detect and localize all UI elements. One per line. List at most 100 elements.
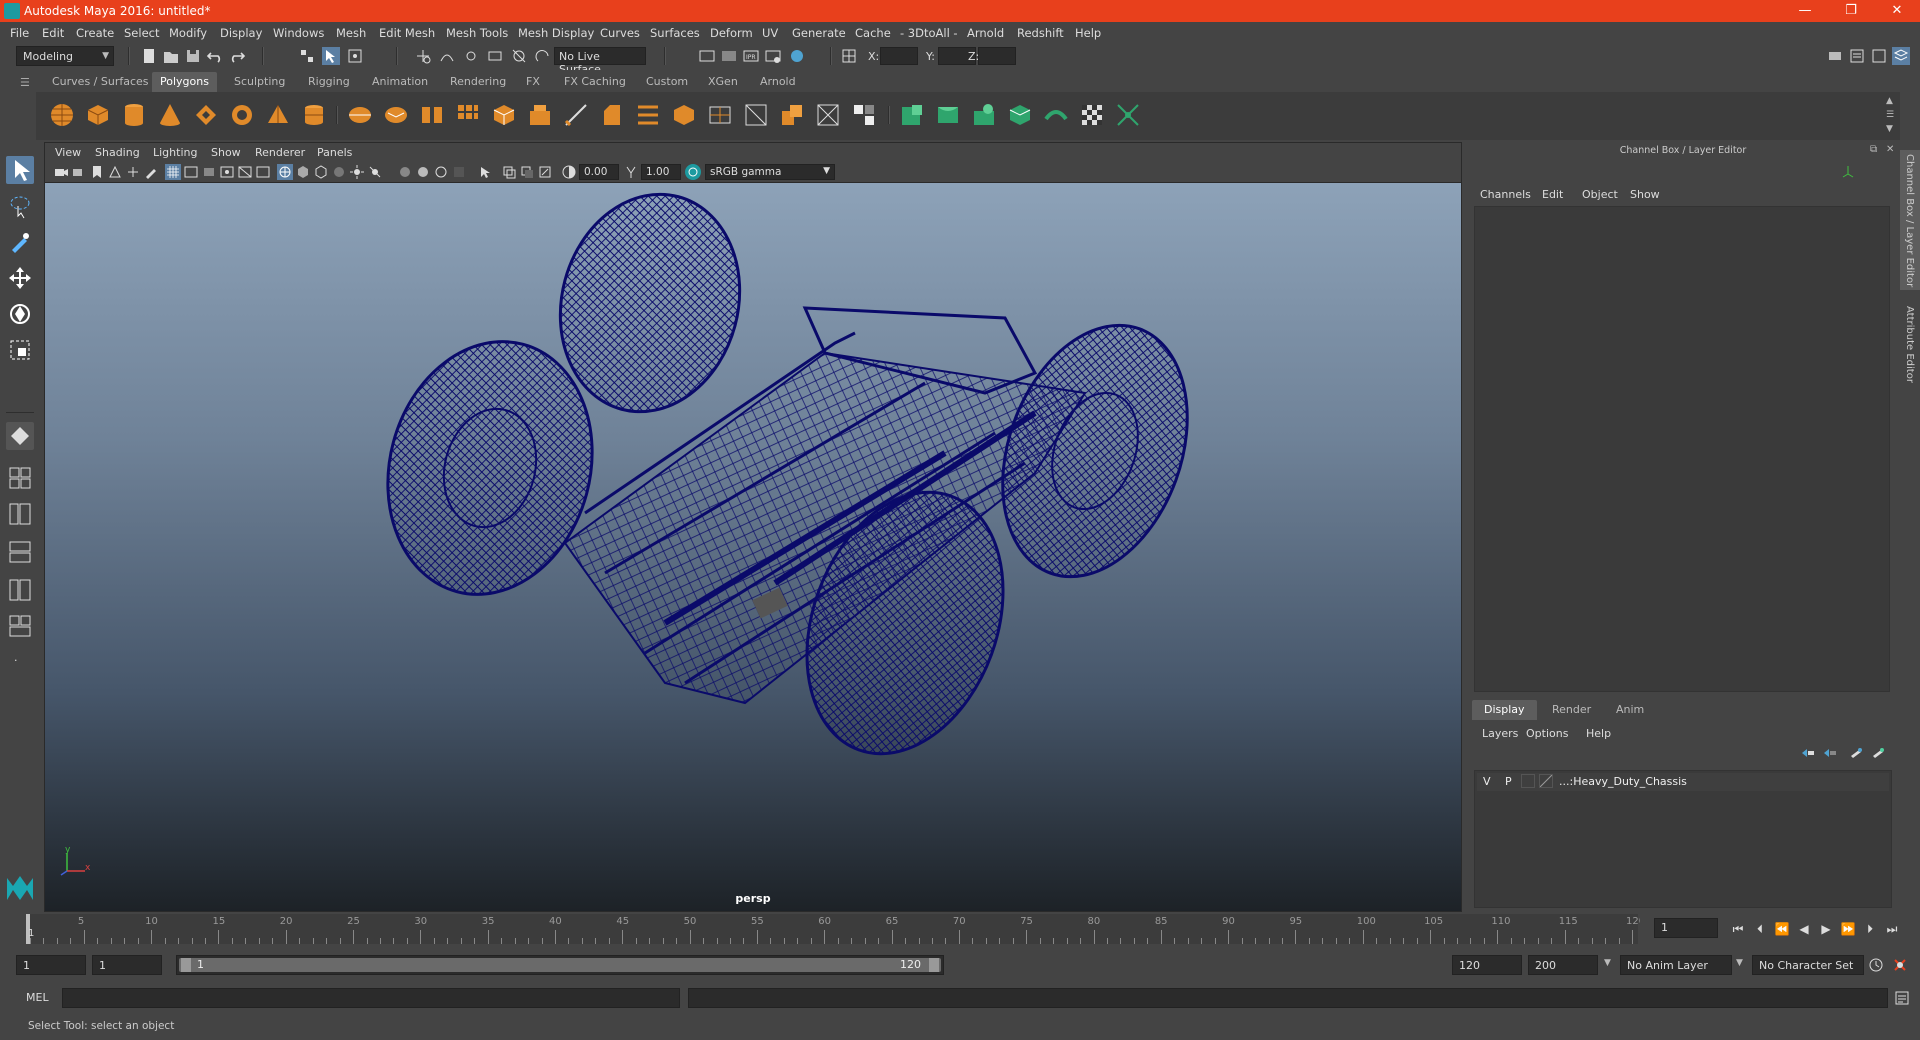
layer-menu-help[interactable]: Help (1586, 727, 1611, 740)
anti-aliasing-icon[interactable] (433, 164, 449, 180)
move-layer-up-icon[interactable] (1800, 746, 1816, 760)
x-field[interactable] (880, 47, 918, 65)
viewport-menu-show[interactable]: Show (211, 146, 241, 159)
persp-outliner-layout-icon[interactable] (6, 500, 34, 528)
xray-icon[interactable] (501, 164, 517, 180)
bridge-icon[interactable] (634, 101, 662, 129)
xray-joints-icon[interactable] (519, 164, 535, 180)
film-gate-icon[interactable] (183, 164, 199, 180)
menu-file[interactable]: File (10, 26, 29, 40)
shelf-tab-fx-caching[interactable]: FX Caching (556, 72, 634, 92)
field-chart-icon[interactable] (237, 164, 253, 180)
move-tool-icon[interactable] (6, 264, 34, 292)
shelf-tab-arnold[interactable]: Arnold (752, 72, 804, 92)
character-set-dropdown[interactable]: No Character Set (1752, 955, 1864, 975)
connect-icon[interactable] (850, 101, 878, 129)
resolution-gate-icon[interactable] (201, 164, 217, 180)
script-editor-icon[interactable] (1894, 990, 1910, 1006)
layer-row[interactable]: V P ...:Heavy_Duty_Chassis (1477, 773, 1889, 791)
menu-arnold[interactable]: Arnold (967, 26, 1004, 40)
menu-help[interactable]: Help (1075, 26, 1101, 40)
combine-icon[interactable] (346, 101, 374, 129)
menu-uv[interactable]: UV (762, 26, 778, 40)
layer-menu-layers[interactable]: Layers (1482, 727, 1518, 740)
command-input[interactable] (62, 988, 680, 1008)
menu-mesh-display[interactable]: Mesh Display (518, 26, 594, 40)
uv-checker-icon[interactable] (1078, 101, 1106, 129)
select-by-object-icon[interactable] (322, 47, 340, 65)
restore-button[interactable]: ❐ (1828, 0, 1874, 22)
layer-menu-options[interactable]: Options (1526, 727, 1568, 740)
shelf-tab-rigging[interactable]: Rigging (300, 72, 358, 92)
shelf-menu-icon[interactable]: ☰ (20, 76, 30, 89)
step-forward-key-icon[interactable]: ⏩ (1840, 921, 1856, 937)
maya-home-icon[interactable] (4, 872, 36, 904)
new-scene-icon[interactable] (140, 47, 158, 65)
planar-uv-icon[interactable] (898, 101, 926, 129)
menu-generate[interactable]: Generate (792, 26, 846, 40)
shelf-tab-curves-surfaces[interactable]: Curves / Surfaces (44, 72, 157, 92)
side-tab-attribute-editor[interactable]: Attribute Editor (1900, 302, 1920, 402)
2d-pan-zoom-icon[interactable] (125, 164, 141, 180)
channel-box-area[interactable] (1474, 206, 1890, 692)
boolean-icon[interactable] (490, 101, 518, 129)
poly-disc-icon[interactable] (300, 101, 328, 129)
menu-mesh[interactable]: Mesh (336, 26, 366, 40)
viewport-menu-view[interactable]: View (55, 146, 81, 159)
extract-icon[interactable] (418, 101, 446, 129)
camera-select-icon[interactable] (53, 164, 69, 180)
render-view-icon[interactable] (698, 47, 716, 65)
color-space-dropdown[interactable]: sRGB gamma ▼ (705, 164, 835, 180)
layer-display-type-toggle[interactable] (1521, 774, 1535, 788)
channel-box-menu-channels[interactable]: Channels (1480, 188, 1531, 201)
color-management-icon[interactable] (685, 164, 701, 180)
snap-live-icon[interactable] (510, 47, 528, 65)
layout-expand-icon[interactable]: · (14, 654, 18, 667)
menu-deform[interactable]: Deform (710, 26, 753, 40)
ambient-occlusion-icon[interactable] (397, 164, 413, 180)
close-panel-icon[interactable]: ✕ (1886, 144, 1894, 155)
motion-blur-icon[interactable] (415, 164, 431, 180)
render-settings-icon[interactable] (764, 47, 782, 65)
range-slider-handle[interactable]: 1 120 (179, 958, 941, 972)
menu-surfaces[interactable]: Surfaces (650, 26, 700, 40)
open-scene-icon[interactable] (162, 47, 180, 65)
range-slider-right-grip[interactable] (929, 958, 939, 972)
shelf-tab-polygons[interactable]: Polygons (152, 72, 217, 92)
shelf-tab-rendering[interactable]: Rendering (442, 72, 514, 92)
multi-cut-icon[interactable] (562, 101, 590, 129)
z-field[interactable] (978, 47, 1016, 65)
menu-cache[interactable]: Cache (855, 26, 891, 40)
shelf-scroll-down-icon[interactable]: ▼ (1886, 124, 1893, 134)
animation-start-field[interactable]: 1 (16, 955, 86, 975)
playback-start-field[interactable]: 1 (92, 955, 162, 975)
persp-graph-layout-icon[interactable] (6, 538, 34, 566)
extrude-icon[interactable] (526, 101, 554, 129)
exposure-icon[interactable] (561, 164, 577, 180)
append-polygon-icon[interactable] (670, 101, 698, 129)
single-perspective-layout-icon[interactable] (6, 422, 34, 450)
paint-select-tool-icon[interactable] (6, 228, 34, 256)
lasso-tool-icon[interactable] (6, 192, 34, 220)
rotate-tool-icon[interactable] (6, 300, 34, 328)
tool-settings-toggle-icon[interactable] (1870, 47, 1888, 65)
menu-select[interactable]: Select (124, 26, 159, 40)
channel-box-menu-object[interactable]: Object (1582, 188, 1618, 201)
attribute-editor-toggle-icon[interactable] (1848, 47, 1866, 65)
merge-icon[interactable] (778, 101, 806, 129)
animation-end-field[interactable]: 200 (1528, 955, 1598, 975)
layer-visibility-toggle[interactable]: V (1483, 775, 1491, 788)
go-to-end-icon[interactable]: ⏭ (1884, 921, 1900, 937)
channel-box-menu-show[interactable]: Show (1630, 188, 1660, 201)
menu-mesh-tools[interactable]: Mesh Tools (446, 26, 508, 40)
range-slider-left-grip[interactable] (181, 958, 191, 972)
viewport-menu-renderer[interactable]: Renderer (255, 146, 305, 159)
animation-preferences-icon[interactable] (1892, 957, 1908, 973)
step-forward-frame-icon[interactable]: ⏵ (1862, 921, 1878, 937)
channel-box-toggle-icon[interactable] (1892, 47, 1910, 65)
viewport-menu-lighting[interactable]: Lighting (153, 146, 197, 159)
hypershade-icon[interactable] (788, 47, 806, 65)
use-all-lights-icon[interactable] (349, 164, 365, 180)
cylindrical-uv-icon[interactable] (934, 101, 962, 129)
select-by-hierarchy-icon[interactable] (298, 47, 316, 65)
